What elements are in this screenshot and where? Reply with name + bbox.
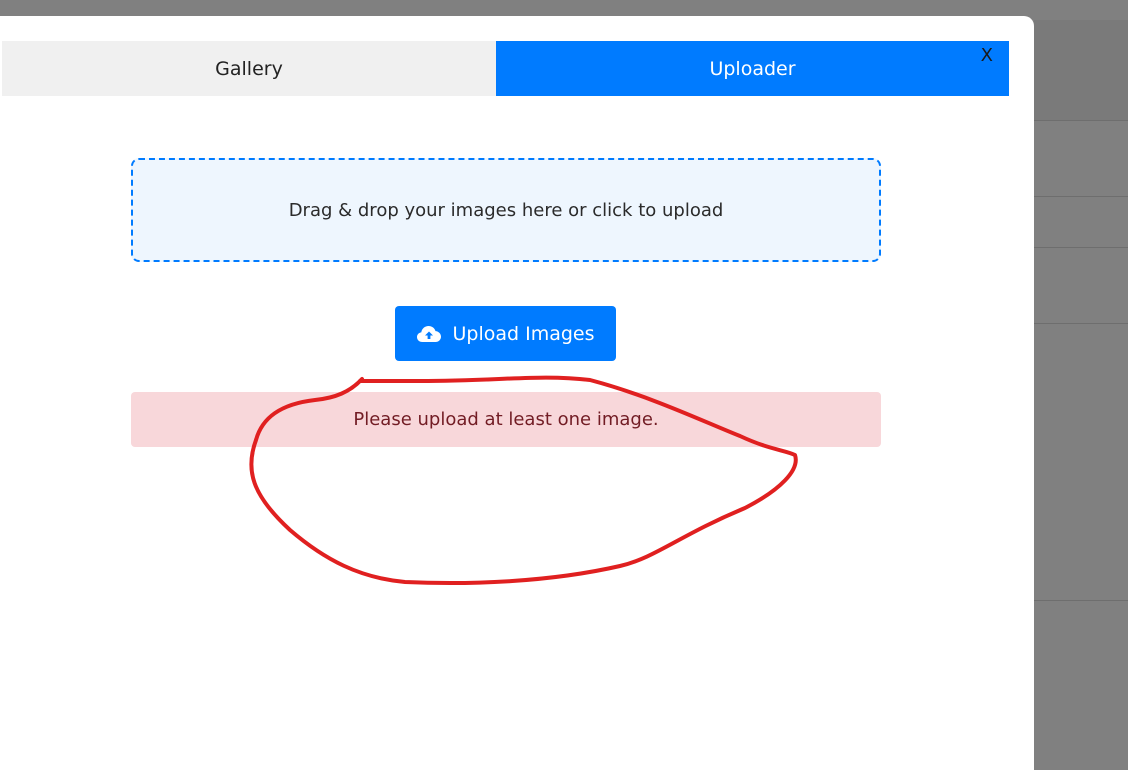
close-button[interactable]: X [981,45,993,67]
error-alert: Please upload at least one image. [131,392,881,447]
background-divider [1034,120,1128,121]
image-manager-modal: Gallery Uploader X Drag & drop your imag… [0,16,1034,770]
tab-gallery[interactable]: Gallery [2,41,496,96]
background-divider [1034,247,1128,248]
background-page-header [1034,20,1128,120]
background-divider [1034,600,1128,601]
tab-uploader-label: Uploader [709,57,796,80]
upload-images-button[interactable]: Upload Images [395,306,616,361]
image-dropzone[interactable]: Drag & drop your images here or click to… [131,158,881,262]
dropzone-text: Drag & drop your images here or click to… [288,199,724,221]
upload-images-label: Upload Images [452,322,595,345]
error-alert-message: Please upload at least one image. [353,409,659,430]
tab-gallery-label: Gallery [215,57,283,80]
background-divider [1034,196,1128,197]
background-divider [1034,323,1128,324]
tab-uploader[interactable]: Uploader X [496,41,1009,96]
cloud-upload-icon [416,324,442,344]
modal-tabs: Gallery Uploader X [2,41,1009,96]
